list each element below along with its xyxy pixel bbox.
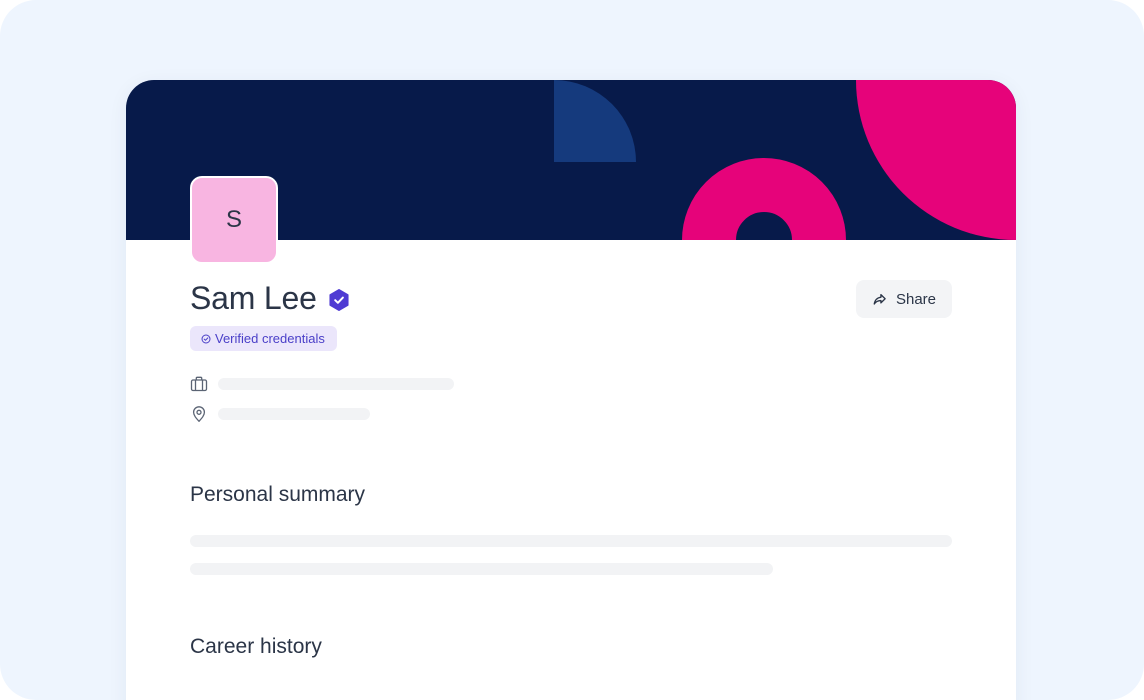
- summary-placeholder-line: [190, 563, 773, 575]
- location-pin-icon: [192, 406, 206, 422]
- summary-placeholder-line: [190, 535, 952, 547]
- work-placeholder: [218, 378, 454, 390]
- profile-name: Sam Lee: [190, 280, 317, 316]
- briefcase-icon: [190, 376, 208, 392]
- avatar: S: [190, 176, 278, 264]
- share-arrow-icon: [873, 293, 886, 305]
- personal-summary-heading: Personal summary: [190, 483, 366, 506]
- avatar-initial: S: [225, 206, 242, 233]
- career-history-heading: Career history: [190, 635, 322, 658]
- page-background: S Sam Lee Verified credentials Share Per…: [0, 0, 1144, 700]
- verified-shield-icon: [329, 288, 349, 311]
- verified-credentials-label: Verified credentials: [215, 331, 325, 346]
- banner-circle-shape: [856, 80, 1016, 240]
- share-label: Share: [895, 290, 937, 308]
- location-row: [190, 405, 370, 423]
- share-button[interactable]: Share: [856, 280, 952, 318]
- profile-header: Sam Lee: [190, 280, 351, 317]
- banner-ring-shape: [682, 158, 846, 240]
- profile-card: S Sam Lee Verified credentials Share Per…: [126, 80, 1016, 700]
- verified-credentials-badge[interactable]: Verified credentials: [190, 326, 337, 351]
- location-placeholder: [218, 408, 370, 420]
- banner-quarter-shape: [554, 80, 636, 162]
- work-row: [190, 375, 454, 393]
- check-circle-icon: [201, 334, 211, 343]
